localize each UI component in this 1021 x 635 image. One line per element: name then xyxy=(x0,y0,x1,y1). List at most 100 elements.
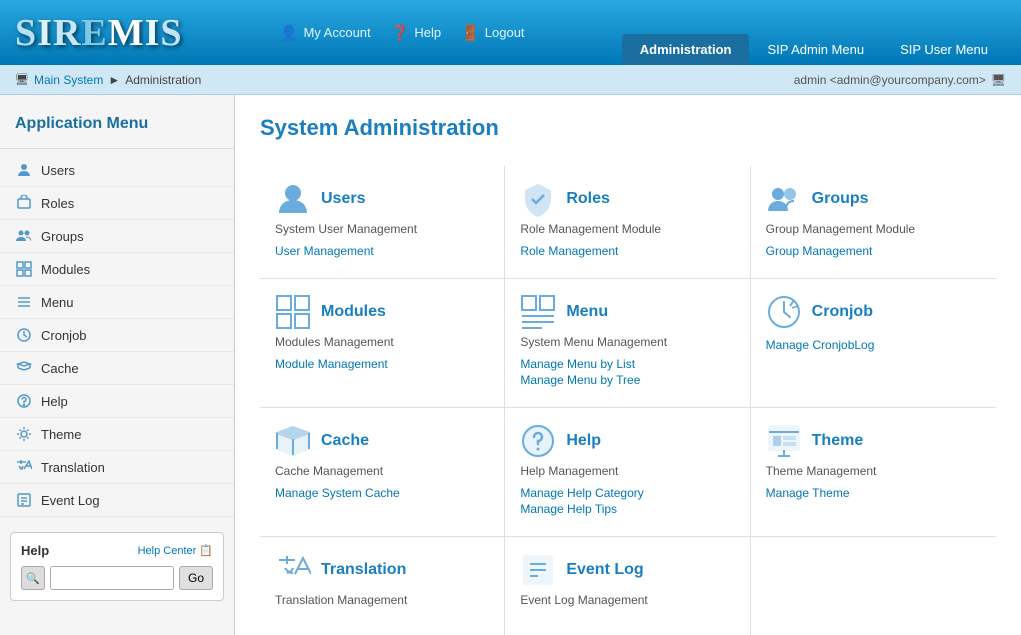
module-eventlog-subtitle: Event Log Management xyxy=(520,593,734,607)
manage-theme-link[interactable]: Manage Theme xyxy=(766,486,981,500)
help-search-input[interactable] xyxy=(50,566,174,590)
module-help: Help Help Management Manage Help Categor… xyxy=(505,408,750,537)
menu-list-link[interactable]: Manage Menu by List xyxy=(520,357,734,371)
module-translation-header: Translation xyxy=(275,552,489,588)
cronjob-log-link[interactable]: Manage CronjobLog xyxy=(766,338,981,352)
logout-icon: 🚪 xyxy=(461,24,480,42)
group-management-link[interactable]: Group Management xyxy=(766,244,981,258)
tab-sip-admin[interactable]: SIP Admin Menu xyxy=(749,34,882,65)
tab-sip-user[interactable]: SIP User Menu xyxy=(882,34,1006,65)
module-menu-links: Manage Menu by List Manage Menu by Tree xyxy=(520,357,734,387)
roles-icon xyxy=(15,194,33,212)
help-tips-link[interactable]: Manage Help Tips xyxy=(520,502,734,516)
breadcrumb-user: admin <admin@yourcompany.com> 🖥 xyxy=(794,73,1006,87)
logo-text: SIREMIS xyxy=(15,11,183,55)
module-roles-links: Role Management xyxy=(520,244,734,258)
sidebar-item-cache[interactable]: Cache xyxy=(0,352,234,385)
module-grid: Users System User Management User Manage… xyxy=(260,166,996,635)
help-center-link[interactable]: Help Center 📋 xyxy=(138,544,213,557)
module-cronjob: Cronjob Manage CronjobLog xyxy=(751,279,996,408)
module-modules-title: Modules xyxy=(321,303,386,321)
module-translation-icon xyxy=(275,552,311,588)
module-roles-icon xyxy=(520,181,556,217)
sidebar-item-users[interactable]: Users xyxy=(0,154,234,187)
help-box: Help Help Center 📋 🔍 Go xyxy=(10,532,224,601)
module-cache-links: Manage System Cache xyxy=(275,486,489,500)
header-tabs: Administration SIP Admin Menu SIP User M… xyxy=(622,0,1006,65)
module-empty xyxy=(751,537,996,635)
module-translation-subtitle: Translation Management xyxy=(275,593,489,607)
sidebar-item-roles[interactable]: Roles xyxy=(0,187,234,220)
module-groups-subtitle: Group Management Module xyxy=(766,222,981,236)
breadcrumb-icon: 🖥 xyxy=(15,73,29,86)
sidebar-item-translation[interactable]: Translation xyxy=(0,451,234,484)
logout-nav[interactable]: 🚪 Logout xyxy=(461,24,524,42)
help-sidebar-icon xyxy=(15,392,33,410)
module-users: Users System User Management User Manage… xyxy=(260,166,505,279)
sidebar-item-cronjob[interactable]: Cronjob xyxy=(0,319,234,352)
sidebar-theme-label: Theme xyxy=(41,427,81,442)
module-theme-subtitle: Theme Management xyxy=(766,464,981,478)
sidebar-item-modules[interactable]: Modules xyxy=(0,253,234,286)
sidebar-help-label: Help xyxy=(41,394,68,409)
sidebar-roles-label: Roles xyxy=(41,196,74,211)
tab-administration[interactable]: Administration xyxy=(622,34,750,65)
sidebar-item-menu[interactable]: Menu xyxy=(0,286,234,319)
sidebar-menu-label: Menu xyxy=(41,295,74,310)
breadcrumb-main-system[interactable]: Main System xyxy=(34,73,103,87)
module-modules-links: Module Management xyxy=(275,357,489,371)
module-translation: Translation Translation Management xyxy=(260,537,505,635)
module-users-links: User Management xyxy=(275,244,489,258)
my-account-nav[interactable]: 👤 My Account xyxy=(280,24,371,42)
groups-icon xyxy=(15,227,33,245)
module-management-link[interactable]: Module Management xyxy=(275,357,489,371)
help-category-link[interactable]: Manage Help Category xyxy=(520,486,734,500)
module-cronjob-title: Cronjob xyxy=(812,303,873,321)
my-account-label: My Account xyxy=(303,25,370,40)
sidebar: Application Menu Users Roles Groups Modu… xyxy=(0,95,235,635)
help-search: 🔍 Go xyxy=(21,566,213,590)
sidebar-item-eventlog[interactable]: Event Log xyxy=(0,484,234,517)
content-title: System Administration xyxy=(260,115,996,141)
module-roles-subtitle: Role Management Module xyxy=(520,222,734,236)
screen-icon: 🖥 xyxy=(991,73,1006,87)
help-label: Help xyxy=(414,25,441,40)
sidebar-item-help[interactable]: Help xyxy=(0,385,234,418)
breadcrumb-sep: ► xyxy=(108,73,120,87)
logo: SIREMIS xyxy=(15,11,183,55)
module-eventlog-title: Event Log xyxy=(566,561,643,579)
translation-icon xyxy=(15,458,33,476)
sidebar-item-theme[interactable]: Theme xyxy=(0,418,234,451)
breadcrumb: 🖥 Main System ► Administration xyxy=(15,73,201,87)
help-box-header: Help Help Center 📋 xyxy=(21,543,213,558)
cache-icon xyxy=(15,359,33,377)
module-cache: Cache Cache Management Manage System Cac… xyxy=(260,408,505,537)
module-menu-header: Menu xyxy=(520,294,734,330)
breadcrumb-administration: Administration xyxy=(125,73,201,87)
system-cache-link[interactable]: Manage System Cache xyxy=(275,486,489,500)
module-cache-header: Cache xyxy=(275,423,489,459)
user-info: admin <admin@yourcompany.com> xyxy=(794,73,986,87)
module-cache-title: Cache xyxy=(321,432,369,450)
module-eventlog-header: Event Log xyxy=(520,552,734,588)
menu-tree-link[interactable]: Manage Menu by Tree xyxy=(520,373,734,387)
help-center-icon: 📋 xyxy=(199,544,213,557)
module-groups: Groups Group Management Module Group Man… xyxy=(751,166,996,279)
main-layout: Application Menu Users Roles Groups Modu… xyxy=(0,95,1021,635)
module-modules-subtitle: Modules Management xyxy=(275,335,489,349)
help-circle-icon: ❓ xyxy=(391,24,410,42)
eventlog-icon xyxy=(15,491,33,509)
module-cronjob-icon xyxy=(766,294,802,330)
module-groups-header: Groups xyxy=(766,181,981,217)
module-users-title: Users xyxy=(321,190,365,208)
sidebar-cronjob-label: Cronjob xyxy=(41,328,87,343)
logout-label: Logout xyxy=(485,25,525,40)
help-nav[interactable]: ❓ Help xyxy=(391,24,441,42)
sidebar-item-groups[interactable]: Groups xyxy=(0,220,234,253)
module-theme: Theme Theme Management Manage Theme xyxy=(751,408,996,537)
user-management-link[interactable]: User Management xyxy=(275,244,489,258)
sidebar-eventlog-label: Event Log xyxy=(41,493,100,508)
breadcrumb-bar: 🖥 Main System ► Administration admin <ad… xyxy=(0,65,1021,95)
help-go-button[interactable]: Go xyxy=(179,566,213,590)
role-management-link[interactable]: Role Management xyxy=(520,244,734,258)
